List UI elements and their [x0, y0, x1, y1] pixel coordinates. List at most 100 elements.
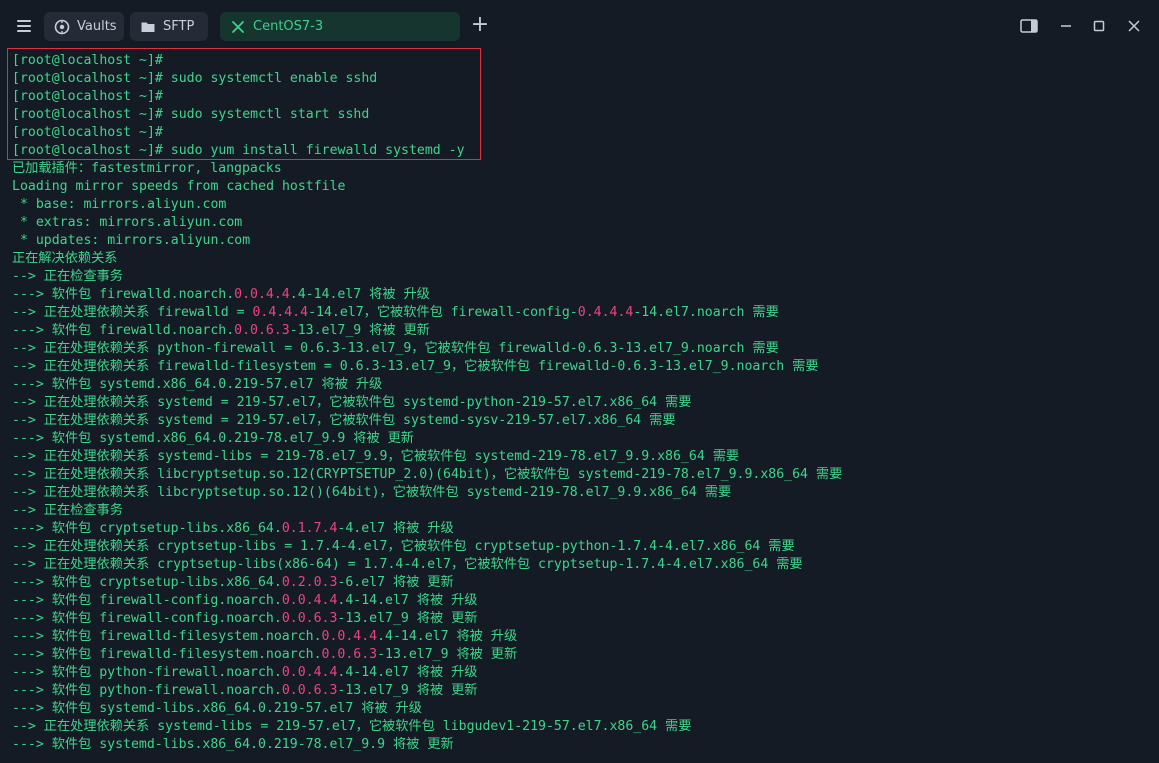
terminal-line: ---> 软件包 firewalld.noarch.0.0.4.4.4-14.e…	[12, 286, 1152, 304]
terminal-text: --> 正在处理依赖关系 firewalld-filesystem = 0.6.…	[12, 359, 819, 374]
terminal-text: ---> 软件包 systemd.x86_64.0.219-78.el7_9.9…	[12, 431, 414, 446]
terminal-text: --> 正在处理依赖关系 systemd = 219-57.el7，它被软件包 …	[12, 413, 676, 428]
terminal-text: Loading mirror speeds from cached hostfi…	[12, 179, 346, 194]
hamburger-menu-icon[interactable]	[12, 14, 36, 38]
terminal-line: ---> 软件包 systemd-libs.x86_64.0.219-57.el…	[12, 700, 1152, 718]
terminal-text: ---> 软件包 firewall-config.noarch.	[12, 593, 282, 608]
terminal-text: [root@localhost ~]#	[12, 125, 163, 140]
version-highlight: 0.0.6.3	[321, 647, 378, 662]
terminal-line: ---> 软件包 firewall-config.noarch.0.0.6.3-…	[12, 610, 1152, 628]
terminal-line: ---> 软件包 systemd.x86_64.0.219-57.el7 将被 …	[12, 376, 1152, 394]
terminal-text: -6.el7 将被 更新	[337, 575, 454, 590]
terminal-line: ---> 软件包 cryptsetup-libs.x86_64.0.2.0.3-…	[12, 574, 1152, 592]
terminal-line: ---> 软件包 cryptsetup-libs.x86_64.0.1.7.4-…	[12, 520, 1152, 538]
terminal-line: --> 正在处理依赖关系 cryptsetup-libs(x86-64) = 1…	[12, 556, 1152, 574]
version-highlight: 0.1.7.4	[281, 521, 338, 536]
terminal-line: 正在解决依赖关系	[12, 250, 1152, 268]
terminal-text: -13.el7_9 将被 更新	[289, 323, 430, 338]
terminal-text: ---> 软件包 systemd.x86_64.0.219-57.el7 将被 …	[12, 377, 383, 392]
sidebar-toggle-icon[interactable]	[1018, 15, 1040, 37]
terminal-text: * updates: mirrors.aliyun.com	[12, 233, 251, 248]
terminal-line: --> 正在处理依赖关系 systemd-libs = 219-57.el7，它…	[12, 718, 1152, 736]
tab-label: SFTP	[163, 19, 195, 34]
terminal-line: --> 正在处理依赖关系 systemd-libs = 219-78.el7_9…	[12, 448, 1152, 466]
terminal-text: [root@localhost ~]# sudo systemctl start…	[12, 107, 370, 122]
terminal-line: --> 正在处理依赖关系 libcryptsetup.so.12()(64bit…	[12, 484, 1152, 502]
terminal-text: ---> 软件包 cryptsetup-libs.x86_64.	[12, 521, 282, 536]
version-highlight: 0.0.4.4	[281, 593, 338, 608]
terminal-line: --> 正在处理依赖关系 systemd = 219-57.el7，它被软件包 …	[12, 412, 1152, 430]
terminal-text: --> 正在处理依赖关系 python-firewall = 0.6.3-13.…	[12, 341, 779, 356]
terminal-line: * extras: mirrors.aliyun.com	[12, 214, 1152, 232]
terminal-line: ---> 软件包 systemd-libs.x86_64.0.219-78.el…	[12, 736, 1152, 754]
new-tab-plus-icon[interactable]: +	[468, 14, 492, 38]
version-highlight: 0.0.6.3	[281, 611, 338, 626]
terminal-line: --> 正在处理依赖关系 libcryptsetup.so.12(CRYPTSE…	[12, 466, 1152, 484]
version-highlight: 0.0.4.4	[321, 629, 378, 644]
terminal-line: --> 正在检查事务	[12, 502, 1152, 520]
terminal-line: ---> 软件包 firewalld.noarch.0.0.6.3-13.el7…	[12, 322, 1152, 340]
terminal-text: ---> 软件包 cryptsetup-libs.x86_64.	[12, 575, 282, 590]
tab-sftp[interactable]: SFTP	[130, 12, 208, 41]
terminal-text: ---> 软件包 firewalld.noarch.	[12, 323, 235, 338]
terminal-text: ---> 软件包 systemd-libs.x86_64.0.219-57.el…	[12, 701, 422, 716]
terminal-line: [root@localhost ~]#	[12, 88, 1152, 106]
maximize-icon[interactable]	[1088, 15, 1110, 37]
tab-centos7-3[interactable]: CentOS7-3	[220, 12, 460, 41]
terminal-text: [root@localhost ~]#	[12, 53, 163, 68]
terminal-text: --> 正在处理依赖关系 cryptsetup-libs = 1.7.4-4.e…	[12, 539, 795, 554]
terminal-line: ---> 软件包 firewalld-filesystem.noarch.0.0…	[12, 646, 1152, 664]
terminal-line: 已加载插件：fastestmirror, langpacks	[12, 160, 1152, 178]
terminal-text: --> 正在处理依赖关系 cryptsetup-libs(x86-64) = 1…	[12, 557, 803, 572]
terminal-line: --> 正在处理依赖关系 systemd = 219-57.el7，它被软件包 …	[12, 394, 1152, 412]
terminal-text: -13.el7_9 将被 更新	[337, 611, 478, 626]
terminal-text: ---> 软件包 python-firewall.noarch.	[12, 683, 282, 698]
terminal-text: -13.el7_9 将被 更新	[377, 647, 518, 662]
terminal-line: Loading mirror speeds from cached hostfi…	[12, 178, 1152, 196]
terminal-text: --> 正在处理依赖关系 libcryptsetup.so.12(CRYPTSE…	[12, 467, 843, 482]
terminal-text: 正在解决依赖关系	[12, 251, 118, 266]
terminal-line: * base: mirrors.aliyun.com	[12, 196, 1152, 214]
version-highlight: 0.4.4.4	[252, 305, 309, 320]
terminal-line: [root@localhost ~]#	[12, 124, 1152, 142]
terminal-line: ---> 软件包 firewalld-filesystem.noarch.0.0…	[12, 628, 1152, 646]
vault-icon	[54, 19, 70, 35]
terminal-line: ---> 软件包 python-firewall.noarch.0.0.4.4.…	[12, 664, 1152, 682]
terminal-text: --> 正在处理依赖关系 libcryptsetup.so.12()(64bit…	[12, 485, 732, 500]
terminal-line: ---> 软件包 firewall-config.noarch.0.0.4.4.…	[12, 592, 1152, 610]
terminal-text: --> 正在处理依赖关系 systemd-libs = 219-57.el7，它…	[12, 719, 692, 734]
version-highlight: 0.0.6.3	[281, 683, 338, 698]
terminal-line: --> 正在处理依赖关系 python-firewall = 0.6.3-13.…	[12, 340, 1152, 358]
terminal-text: * base: mirrors.aliyun.com	[12, 197, 227, 212]
terminal-text: [root@localhost ~]# sudo systemctl enabl…	[12, 71, 378, 86]
terminal-text: ---> 软件包 firewall-config.noarch.	[12, 611, 282, 626]
terminal-line: * updates: mirrors.aliyun.com	[12, 232, 1152, 250]
tab-label: Vaults	[77, 19, 117, 34]
terminal-text: --> 正在检查事务	[12, 269, 123, 284]
terminal-text: ---> 软件包 python-firewall.noarch.	[12, 665, 282, 680]
terminal-text: ---> 软件包 systemd-libs.x86_64.0.219-78.el…	[12, 737, 454, 752]
terminal-line: --> 正在处理依赖关系 cryptsetup-libs = 1.7.4-4.e…	[12, 538, 1152, 556]
terminal-output[interactable]: [root@localhost ~]# [root@localhost ~]# s…	[12, 52, 1152, 754]
terminal-line: ---> 软件包 systemd.x86_64.0.219-78.el7_9.9…	[12, 430, 1152, 448]
folder-icon	[140, 19, 156, 35]
terminal-line: [root@localhost ~]# sudo yum install fir…	[12, 142, 1152, 160]
close-icon[interactable]	[230, 19, 246, 35]
version-highlight: 0.2.0.3	[281, 575, 338, 590]
minimize-icon[interactable]	[1055, 15, 1077, 37]
tab-vaults[interactable]: Vaults	[44, 12, 124, 41]
version-highlight: 0.0.4.4	[281, 665, 338, 680]
terminal-text: --> 正在处理依赖关系 firewalld =	[12, 305, 253, 320]
terminal-text: --> 正在处理依赖关系 systemd-libs = 219-78.el7_9…	[12, 449, 740, 464]
terminal-text: .4-14.el7 将被 升级	[377, 629, 518, 644]
version-highlight: 0.0.6.3	[234, 323, 290, 338]
terminal-text: -13.el7_9 将被 更新	[337, 683, 478, 698]
terminal-line: ---> 软件包 python-firewall.noarch.0.0.6.3-…	[12, 682, 1152, 700]
terminal-text: -14.el7，它被软件包 firewall-config-	[308, 305, 578, 320]
terminal-text: [root@localhost ~]# sudo yum install fir…	[12, 143, 465, 158]
terminal-text: --> 正在处理依赖关系 systemd = 219-57.el7，它被软件包 …	[12, 395, 692, 410]
window-close-icon[interactable]	[1123, 15, 1145, 37]
terminal-line: --> 正在检查事务	[12, 268, 1152, 286]
terminal-text: .4-14.el7 将被 升级	[337, 593, 478, 608]
terminal-line: --> 正在处理依赖关系 firewalld = 0.4.4.4-14.el7，…	[12, 304, 1152, 322]
